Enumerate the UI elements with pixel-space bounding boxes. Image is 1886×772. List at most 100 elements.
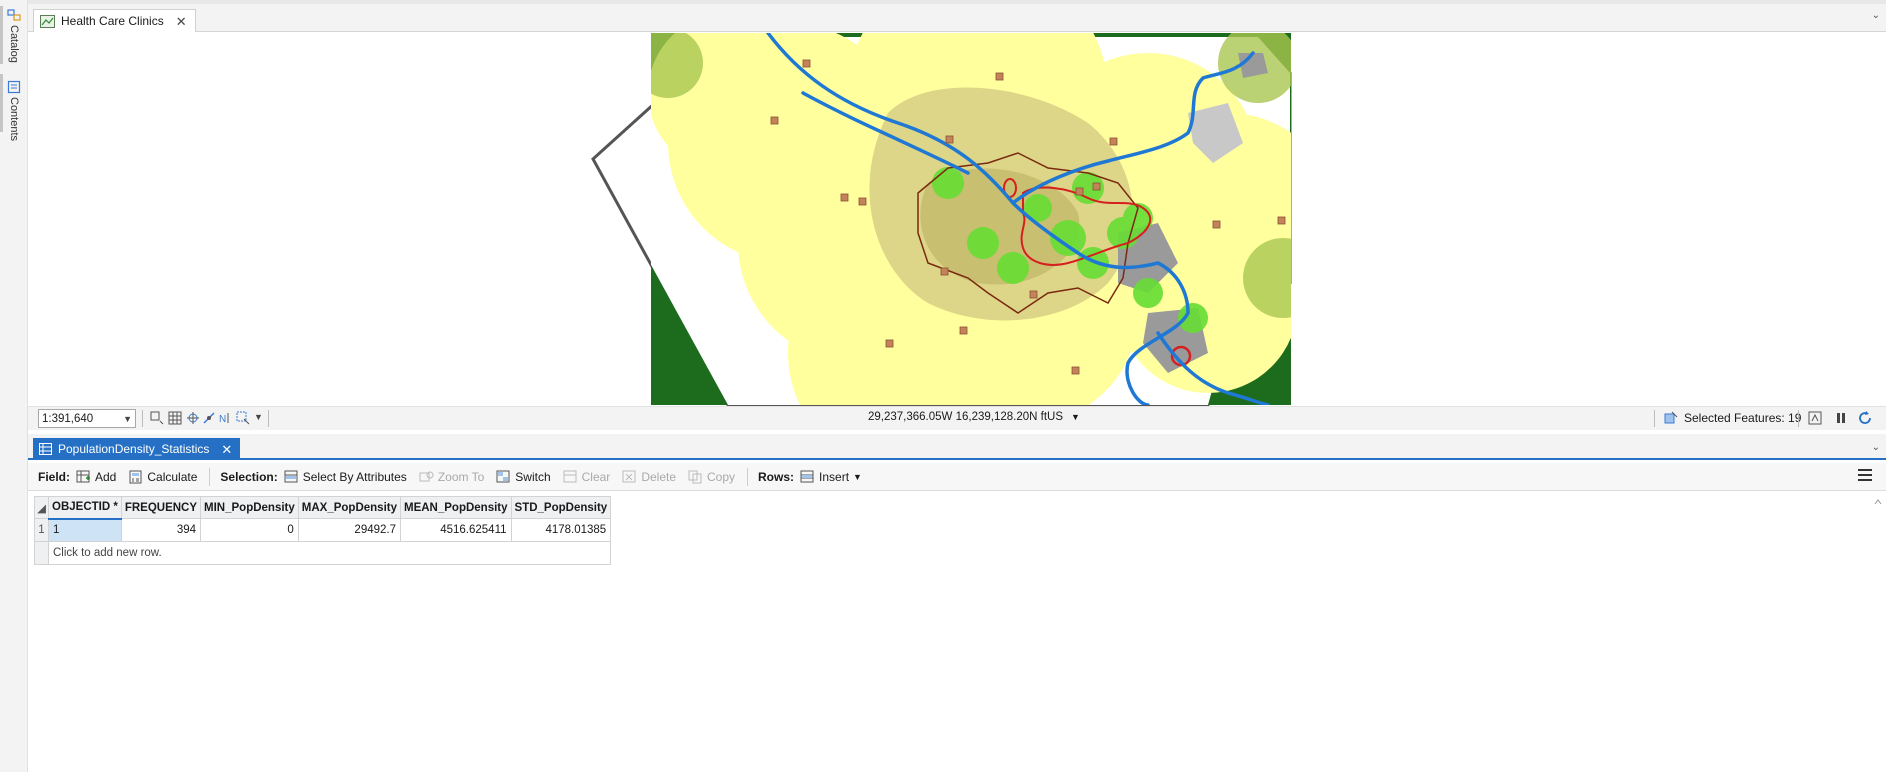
- zoom-to-button[interactable]: Zoom To: [419, 470, 484, 484]
- attribute-table: ◢ OBJECTID * FREQUENCY MIN_PopDensity MA…: [34, 496, 612, 565]
- map-tab-bar: Health Care Clinics ✕ ⌄: [28, 4, 1886, 32]
- selected-features-indicator[interactable]: Selected Features: 19: [1664, 411, 1801, 425]
- dock-label-contents: Contents: [8, 97, 20, 142]
- dock-divider: [0, 6, 3, 64]
- add-field-icon: [76, 470, 90, 482]
- dock-tab-catalog[interactable]: Catalog: [5, 8, 23, 63]
- row-number[interactable]: 1: [34, 518, 49, 542]
- divider: [268, 410, 269, 427]
- map-status-bar: 1:391,640 ▼ N ▼ 29,237,366.05W 16,239,12…: [28, 406, 1886, 430]
- divider: [142, 410, 143, 427]
- chevron-down-icon[interactable]: ⌄: [1872, 442, 1880, 453]
- zoom-to-label: Zoom To: [437, 469, 485, 484]
- catalog-icon: [7, 9, 21, 21]
- refresh-rate-icon[interactable]: [1808, 411, 1822, 425]
- coordinate-text: 29,237,366.05W 16,239,128.20N ftUS: [868, 411, 1064, 423]
- copy-button[interactable]: Copy: [688, 470, 735, 484]
- column-header-std-popdensity[interactable]: STD_PopDensity: [510, 496, 612, 519]
- pause-drawing-icon[interactable]: [1834, 411, 1848, 425]
- divider: [209, 467, 211, 486]
- table-options-menu-icon[interactable]: [1858, 469, 1872, 481]
- map-tab-title: Health Care Clinics: [61, 14, 164, 28]
- column-header-max-popdensity[interactable]: MAX_PopDensity: [297, 496, 402, 519]
- divider: [1798, 410, 1799, 427]
- insert-row-icon: [800, 470, 814, 482]
- switch-selection-button[interactable]: Switch: [496, 470, 551, 484]
- cell-min-popdensity[interactable]: 0: [200, 518, 299, 542]
- arcgis-pro-window: Catalog Contents Health Care Clinics ✕ ⌄: [0, 0, 1886, 772]
- column-header-frequency[interactable]: FREQUENCY: [120, 496, 202, 519]
- close-icon[interactable]: ✕: [221, 443, 232, 456]
- cell-mean-popdensity[interactable]: 4516.625411: [400, 518, 512, 542]
- delete-icon: [622, 470, 636, 482]
- cell-max-popdensity[interactable]: 29492.7: [297, 518, 402, 542]
- close-icon[interactable]: ✕: [176, 15, 187, 28]
- rows-group-label: Rows:: [758, 469, 795, 484]
- refresh-icon[interactable]: [1858, 411, 1872, 425]
- dock-label-catalog: Catalog: [8, 25, 20, 63]
- divider: [747, 467, 749, 486]
- select-all-corner[interactable]: ◢: [34, 496, 49, 519]
- chevron-down-icon[interactable]: ⌄: [1872, 10, 1880, 21]
- calculator-icon: [129, 470, 142, 483]
- field-group-label: Field:: [38, 469, 70, 484]
- grid-icon[interactable]: [168, 411, 182, 425]
- add-new-row[interactable]: Click to add new row.: [34, 541, 612, 565]
- map-view[interactable]: [28, 33, 1886, 406]
- tab-map-view[interactable]: Health Care Clinics ✕: [33, 9, 196, 32]
- table-toolbar: Field: Add Calculate Selection: Select B…: [28, 463, 1886, 491]
- cell-frequency[interactable]: 394: [120, 518, 202, 542]
- coordinate-readout[interactable]: 29,237,366.05W 16,239,128.20N ftUS ▼: [868, 411, 1080, 423]
- tab-attribute-table[interactable]: PopulationDensity_Statistics ✕: [33, 438, 241, 460]
- add-new-row-text[interactable]: Click to add new row.: [47, 541, 612, 565]
- constraints-icon[interactable]: [202, 411, 216, 425]
- add-field-button[interactable]: Add: [76, 470, 116, 484]
- clear-selection-button[interactable]: Clear: [563, 469, 611, 484]
- scale-value: 1:391,640: [42, 412, 94, 425]
- svg-text:N: N: [219, 414, 226, 425]
- select-by-attributes-label: Select By Attributes: [302, 469, 407, 484]
- column-header-objectid[interactable]: OBJECTID *: [48, 496, 122, 520]
- left-dock-panel: Catalog Contents: [0, 0, 28, 772]
- calculate-label: Calculate: [147, 469, 198, 484]
- snapping-icon[interactable]: [186, 411, 200, 425]
- table-tab-bar: PopulationDensity_Statistics ✕ ⌄: [28, 434, 1886, 460]
- table-icon: [39, 443, 52, 455]
- add-field-label: Add: [95, 469, 117, 484]
- scale-combobox[interactable]: 1:391,640 ▼: [38, 409, 136, 428]
- cell-objectid[interactable]: 1: [48, 518, 122, 542]
- buffer-overlap: [1243, 238, 1291, 318]
- attribute-table-view: ◢ OBJECTID * FREQUENCY MIN_PopDensity MA…: [28, 492, 1886, 772]
- delete-button[interactable]: Delete: [622, 470, 676, 484]
- calculate-field-button[interactable]: Calculate: [128, 470, 197, 484]
- chevron-down-icon[interactable]: ▼: [853, 472, 862, 482]
- select-by-attributes-button[interactable]: Select By Attributes: [284, 470, 407, 484]
- contents-icon: [7, 80, 21, 94]
- copy-icon: [688, 470, 702, 483]
- selected-features-text: Selected Features: 19: [1684, 411, 1802, 425]
- clear-selection-icon: [563, 470, 577, 482]
- fixed-zoom-icon[interactable]: [150, 411, 164, 425]
- divider: [1654, 410, 1655, 427]
- map-layers: [651, 33, 1291, 405]
- dock-tab-contents[interactable]: Contents: [5, 80, 23, 141]
- table-tab-title: PopulationDensity_Statistics: [58, 442, 210, 456]
- north-arrow-icon[interactable]: N: [218, 411, 232, 425]
- select-by-attributes-icon: [284, 470, 298, 482]
- clear-label: Clear: [581, 469, 611, 484]
- vertical-scrollbar[interactable]: [1874, 498, 1882, 758]
- column-header-min-popdensity[interactable]: MIN_PopDensity: [200, 496, 299, 519]
- chevron-down-icon[interactable]: ▼: [254, 412, 263, 422]
- map-canvas[interactable]: [28, 33, 1886, 406]
- chevron-down-icon[interactable]: ▼: [123, 414, 132, 424]
- chevron-down-icon[interactable]: ▼: [1071, 412, 1080, 422]
- copy-label: Copy: [707, 469, 736, 484]
- dock-divider: [0, 74, 3, 132]
- selection-group-label: Selection:: [220, 469, 278, 484]
- insert-row-dropdown[interactable]: Insert ▼: [800, 470, 862, 484]
- row-number-empty: [34, 541, 49, 565]
- cell-std-popdensity[interactable]: 4178.01385: [510, 518, 612, 542]
- selection-tool-icon[interactable]: [236, 411, 250, 425]
- column-header-mean-popdensity[interactable]: MEAN_PopDensity: [400, 496, 512, 519]
- table-row[interactable]: 1 1 394 0 29492.7 4516.625411 4178.01385: [34, 518, 612, 542]
